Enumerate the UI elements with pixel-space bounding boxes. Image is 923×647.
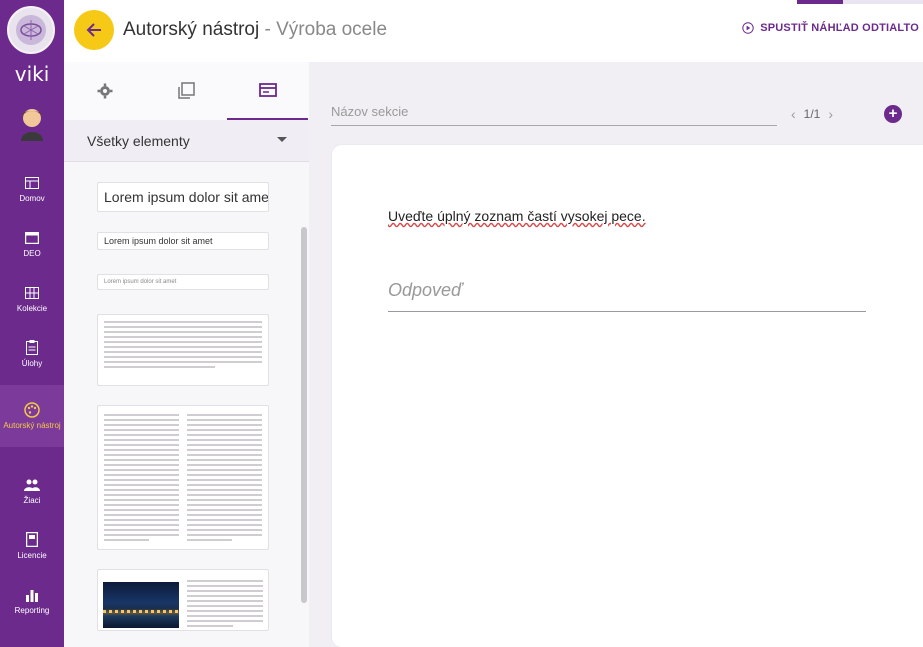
nav-item-reporting[interactable]: Reporting	[0, 572, 64, 630]
element-heading-large[interactable]: Lorem ipsum dolor sit amet	[97, 182, 269, 212]
viki-logo[interactable]	[7, 6, 55, 54]
tab-elements[interactable]	[227, 62, 308, 120]
nav-label: Reporting	[14, 605, 50, 615]
editor-canvas: Uveďte úplný zoznam častí vysokej pece. …	[332, 145, 923, 647]
arrow-left-icon	[86, 23, 101, 37]
top-accent-bar	[797, 0, 843, 4]
answer-placeholder: Odpoveď	[388, 280, 463, 300]
nav-label: Úlohy	[21, 358, 43, 368]
nav-label: DEO	[23, 248, 41, 258]
title-separator: -	[264, 19, 271, 40]
nav-item-ziaci[interactable]: Žiaci	[0, 462, 64, 520]
answer-input[interactable]: Odpoveď	[388, 280, 866, 312]
panel-scrollbar[interactable]	[301, 227, 307, 603]
nav-item-licencie[interactable]: Licencie	[0, 517, 64, 575]
element-image-with-text[interactable]	[97, 569, 269, 631]
question-text[interactable]: Uveďte úplný zoznam častí vysokej pece.	[388, 208, 646, 224]
grid-icon	[24, 285, 40, 301]
element-heading-small-text: Lorem ipsum dolor sit amet	[104, 279, 177, 285]
element-heading-small[interactable]: Lorem ipsum dolor sit amet	[97, 274, 269, 290]
play-circle-icon	[742, 22, 754, 34]
tab-pages[interactable]	[145, 62, 226, 120]
main-navigation: viki Domov DEO Kolekcie Úlohy Autorský n…	[0, 0, 64, 647]
plus-icon: +	[888, 105, 898, 122]
chevron-right-icon[interactable]: ›	[828, 106, 833, 122]
element-two-columns[interactable]	[97, 405, 269, 550]
editor-area: Názov sekcie ‹ 1/1 › + Uveďte úplný zozn…	[310, 62, 923, 647]
nav-label: Kolekcie	[16, 303, 48, 313]
app-header: Autorský nástroj - Výroba ocele SPUSTIŤ …	[64, 0, 923, 62]
elements-filter-dropdown[interactable]: Všetky elementy	[64, 120, 309, 162]
back-button[interactable]	[74, 10, 114, 50]
nav-label: Licencie	[17, 550, 47, 560]
copy-icon	[177, 82, 195, 99]
filter-label: Všetky elementy	[87, 132, 190, 149]
card-icon	[258, 83, 277, 97]
title-subtitle: Výroba ocele	[276, 19, 388, 40]
book-icon	[24, 532, 40, 548]
page-indicator: 1/1	[803, 107, 821, 121]
students-icon	[24, 477, 40, 493]
brand-name: viki	[14, 62, 50, 86]
nav-label: Autorský nástroj	[3, 420, 61, 430]
section-name-placeholder: Názov sekcie	[331, 104, 409, 119]
preview-label: SPUSTIŤ NÁHĽAD ODTIALTO	[760, 22, 919, 34]
nav-label: Domov	[19, 193, 45, 203]
chevron-left-icon[interactable]: ‹	[791, 106, 796, 122]
elements-list: Lorem ipsum dolor sit amet Lorem ipsum d…	[64, 162, 309, 647]
panel-tabs	[64, 62, 309, 120]
start-preview-button[interactable]: SPUSTIŤ NÁHĽAD ODTIALTO	[742, 22, 919, 34]
page-title: Autorský nástroj - Výroba ocele	[123, 19, 387, 41]
add-section-button[interactable]: +	[884, 105, 902, 123]
nav-item-deo[interactable]: DEO	[0, 215, 64, 273]
avatar[interactable]	[19, 107, 45, 141]
palette-icon	[24, 401, 40, 418]
element-paragraph[interactable]	[97, 314, 269, 386]
element-heading-large-text: Lorem ipsum dolor sit amet	[104, 189, 269, 205]
elements-panel: Všetky elementy Lorem ipsum dolor sit am…	[64, 62, 309, 647]
element-heading-medium[interactable]: Lorem ipsum dolor sit amet	[97, 232, 269, 250]
title-main: Autorský nástroj	[123, 19, 260, 40]
brain-icon	[16, 15, 46, 45]
nav-item-ulohy[interactable]: Úlohy	[0, 325, 64, 383]
top-accent-bar-light	[843, 0, 923, 4]
nav-item-kolekcie[interactable]: Kolekcie	[0, 270, 64, 328]
clipboard-icon	[24, 340, 40, 356]
gear-icon	[97, 83, 112, 99]
window-icon	[24, 230, 40, 246]
element-heading-medium-text: Lorem ipsum dolor sit amet	[104, 236, 213, 246]
dashboard-icon	[24, 175, 40, 191]
nav-item-autorsky-nastroj[interactable]: Autorský nástroj	[0, 385, 64, 447]
section-name-input[interactable]: Názov sekcie	[331, 98, 777, 126]
nav-label: Žiaci	[23, 495, 41, 505]
nav-item-domov[interactable]: Domov	[0, 160, 64, 218]
bar-chart-icon	[24, 587, 40, 603]
city-night-image	[103, 582, 179, 628]
chevron-down-icon	[277, 137, 287, 142]
tab-settings[interactable]	[64, 62, 145, 120]
page-pager: ‹ 1/1 ›	[791, 106, 833, 122]
